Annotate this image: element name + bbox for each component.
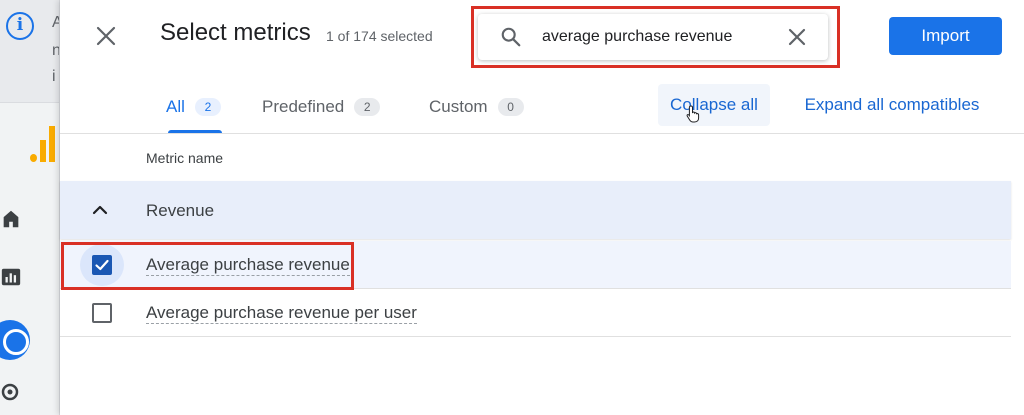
group-row-revenue[interactable]: Revenue [60,181,1011,239]
hand-cursor-icon [686,105,700,123]
tab-count-badge: 2 [354,97,381,116]
explore-icon[interactable] [0,320,30,360]
tab-count-badge: 0 [497,97,524,116]
checkbox-average-purchase-revenue-per-user[interactable] [80,292,124,334]
banner-text-line: A [52,14,59,32]
collapse-all-button[interactable]: Collapse all [658,84,770,126]
advertising-icon[interactable] [0,382,24,406]
chevron-up-icon[interactable] [90,200,110,220]
banner-text-line: n [52,42,59,60]
reports-icon[interactable] [0,266,22,288]
tab-predefined[interactable]: Predefined 2 [254,80,381,133]
selected-row-highlight-box [61,242,354,290]
dialog-title: Select metrics [160,19,311,46]
info-banner: i A n i [0,0,59,102]
metric-label[interactable]: Average purchase revenue per user [146,303,417,324]
expand-all-compatibles-button[interactable]: Expand all compatibles [797,84,987,126]
analytics-logo-icon [30,126,55,162]
close-button[interactable] [92,22,120,50]
home-icon[interactable] [0,208,22,230]
tab-count-badge: 2 [194,97,221,116]
selection-count: 1 of 174 selected [326,28,433,44]
tab-label: Predefined [262,96,345,116]
select-metrics-dialog: Select metrics 1 of 174 selected Import … [60,0,1024,415]
search-highlight-box [471,6,840,68]
background-app: i A n i [0,0,60,415]
import-button[interactable]: Import [889,17,1002,55]
dialog-header: Select metrics 1 of 174 selected Import [60,0,1024,70]
tab-all[interactable]: All 2 [158,80,221,133]
column-header-metric-name: Metric name [146,150,224,166]
info-icon: i [6,12,34,40]
tab-label: Custom [429,96,488,116]
group-label: Revenue [146,201,215,220]
metric-row: Average purchase revenue per user [60,289,1011,337]
tab-label: All [166,96,185,116]
active-tab-indicator [168,130,222,133]
checkbox-unchecked[interactable] [92,303,112,323]
close-icon [96,26,116,46]
tab-custom[interactable]: Custom 0 [421,80,524,133]
banner-text-line: i [52,68,56,85]
divider [0,102,59,103]
